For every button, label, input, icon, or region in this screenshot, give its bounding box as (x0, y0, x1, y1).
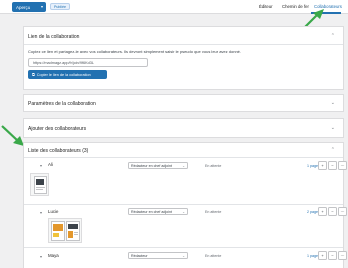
chevron-down-icon[interactable]: ⌄ (331, 100, 335, 106)
collaborators-list-panel: Liste des collaborateurs (3) ⌃ ▾ Ali Réd… (23, 142, 347, 268)
more-icon[interactable]: ⋯ (338, 251, 347, 260)
chevron-down-icon: ⌄ (182, 210, 185, 214)
preview-button-label: Aperçu (16, 4, 31, 10)
add-collaborators-panel[interactable]: Ajouter des collaborateurs ⌄ (23, 118, 344, 138)
plus-icon[interactable]: + (318, 251, 327, 260)
more-icon[interactable]: ⋯ (338, 207, 347, 216)
params-panel[interactable]: Paramètres de la collaboration ⌄ (23, 94, 344, 112)
chevron-down-icon[interactable]: ⌄ (331, 125, 335, 131)
divider (24, 247, 343, 248)
page-thumbnail-spread[interactable] (48, 218, 82, 243)
copy-link-label: Copier le lien de la collaboration (36, 72, 91, 77)
collaborator-name: Maya (48, 253, 59, 258)
share-link-value: https://madmagz.app/fr/join/9f6Kd3L (33, 60, 94, 65)
copy-icon: ⧉ (32, 72, 35, 77)
caret-icon[interactable]: ▾ (40, 163, 42, 168)
minus-icon[interactable]: − (328, 207, 337, 216)
chevron-down-icon: ▾ (40, 4, 43, 9)
divider (24, 204, 343, 205)
minus-icon[interactable]: − (328, 251, 337, 260)
role-value: Rédacteur en chef adjoint (131, 209, 172, 214)
status-badge: Publiée (50, 3, 70, 10)
plus-icon[interactable]: + (318, 207, 327, 216)
chevron-down-icon: ⌄ (182, 164, 185, 168)
share-panel-title: Lien de la collaboration (28, 34, 80, 40)
collaborator-status: En attente (205, 254, 222, 258)
params-panel-title: Paramètres de la collaboration (28, 101, 96, 107)
role-select[interactable]: Rédacteur en chef adjoint ⌄ (128, 162, 188, 169)
divider (24, 44, 343, 45)
role-select[interactable]: Rédacteur ⌄ (128, 252, 188, 259)
plus-icon[interactable]: + (318, 161, 327, 170)
share-description: Copiez ce lien et partagez-le avec vos c… (28, 49, 242, 54)
page-thumbnail[interactable] (30, 173, 49, 196)
more-icon[interactable]: ⋯ (338, 161, 347, 170)
collaborator-status: En attente (205, 164, 222, 168)
minus-icon[interactable]: − (328, 161, 337, 170)
collaborator-name: Lucie (48, 209, 59, 214)
chevron-up-icon[interactable]: ⌃ (331, 33, 335, 39)
caret-icon[interactable]: ▾ (40, 254, 42, 259)
role-select[interactable]: Rédacteur en chef adjoint ⌄ (128, 208, 188, 215)
add-panel-title: Ajouter des collaborateurs (28, 126, 87, 132)
role-value: Rédacteur (131, 253, 148, 258)
collaborator-pages[interactable]: 1 page (307, 164, 318, 168)
tab-editor[interactable]: Éditeur (259, 4, 273, 9)
caret-icon[interactable]: ▾ (40, 210, 42, 215)
role-value: Rédacteur en chef adjoint (131, 163, 172, 168)
collaborator-status: En attente (205, 210, 222, 214)
collaborator-pages[interactable]: 1 page (307, 254, 318, 258)
share-link-panel: Lien de la collaboration ⌃ Copiez ce lie… (23, 26, 344, 90)
collaborator-name: Ali (48, 162, 53, 167)
chevron-down-icon: ⌄ (182, 254, 185, 258)
chevron-up-icon[interactable]: ⌃ (331, 147, 335, 153)
preview-button[interactable]: Aperçu ▾ (12, 2, 46, 12)
divider (24, 157, 343, 158)
copy-link-button[interactable]: ⧉ Copier le lien de la collaboration (28, 70, 107, 79)
list-panel-title: Liste des collaborateurs (3) (28, 148, 89, 154)
share-link-field[interactable]: https://madmagz.app/fr/join/9f6Kd3L (28, 58, 148, 67)
